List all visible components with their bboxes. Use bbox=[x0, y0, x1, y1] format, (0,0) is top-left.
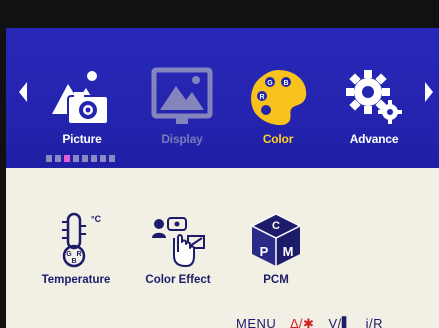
submenu-pcm-label: PCM bbox=[263, 274, 289, 286]
tab-color[interactable]: G B R Color bbox=[238, 66, 318, 150]
svg-text:G: G bbox=[267, 80, 273, 87]
page-dot bbox=[46, 155, 52, 162]
tab-picture-label: Picture bbox=[62, 132, 102, 146]
color-palette-icon: G B R bbox=[251, 70, 307, 126]
page-dot bbox=[100, 155, 106, 162]
color-effect-icon bbox=[152, 217, 205, 267]
osd-menu: Picture Display G B R Color Advance °C G… bbox=[6, 28, 439, 328]
nav-left-arrow-icon[interactable] bbox=[18, 80, 28, 104]
svg-text:B: B bbox=[283, 80, 288, 87]
submenu-pcm[interactable]: C P M PCM bbox=[228, 212, 324, 286]
key-hint-bar: MENU ∆/✱ V/▌ i/R bbox=[236, 316, 393, 328]
svg-text:P: P bbox=[260, 244, 269, 259]
tab-display-label: Display bbox=[161, 132, 203, 146]
page-dot-current bbox=[64, 155, 70, 162]
hint-menu: MENU bbox=[236, 316, 277, 328]
tab-advance[interactable]: Advance bbox=[334, 66, 414, 150]
tab-color-label: Color bbox=[262, 132, 294, 146]
page-dot bbox=[55, 155, 61, 162]
pcm-cube-icon: C P M bbox=[250, 213, 302, 266]
svg-text:C: C bbox=[272, 220, 280, 232]
tab-display[interactable]: Display bbox=[142, 66, 222, 150]
nav-right-arrow-icon[interactable] bbox=[424, 80, 434, 104]
svg-text:B: B bbox=[71, 258, 76, 265]
page-dot bbox=[73, 155, 79, 162]
svg-text:°C: °C bbox=[91, 214, 102, 224]
display-icon bbox=[151, 67, 213, 124]
page-dot bbox=[91, 155, 97, 162]
submenu-color-effect[interactable]: Color Effect bbox=[130, 212, 226, 286]
thermometer-icon: °C G R B bbox=[62, 212, 102, 268]
page-indicator bbox=[46, 155, 115, 163]
picture-icon bbox=[52, 71, 109, 125]
submenu-temperature-label: Temperature bbox=[41, 274, 111, 286]
svg-text:R: R bbox=[259, 94, 264, 101]
tab-advance-label: Advance bbox=[349, 132, 399, 146]
hint-down: V/▌ bbox=[328, 316, 352, 328]
svg-text:M: M bbox=[283, 244, 294, 259]
gears-icon bbox=[346, 70, 402, 124]
hint-up: ∆/✱ bbox=[290, 316, 315, 328]
svg-text:G: G bbox=[66, 251, 72, 258]
tab-picture[interactable]: Picture bbox=[42, 66, 122, 150]
page-dot bbox=[82, 155, 88, 162]
hint-exit: i/R bbox=[365, 316, 384, 328]
submenu-color-effect-label: Color Effect bbox=[145, 274, 211, 286]
svg-text:R: R bbox=[76, 251, 81, 258]
page-dot bbox=[109, 155, 115, 162]
submenu-temperature[interactable]: °C G R B Temperature bbox=[28, 212, 124, 286]
